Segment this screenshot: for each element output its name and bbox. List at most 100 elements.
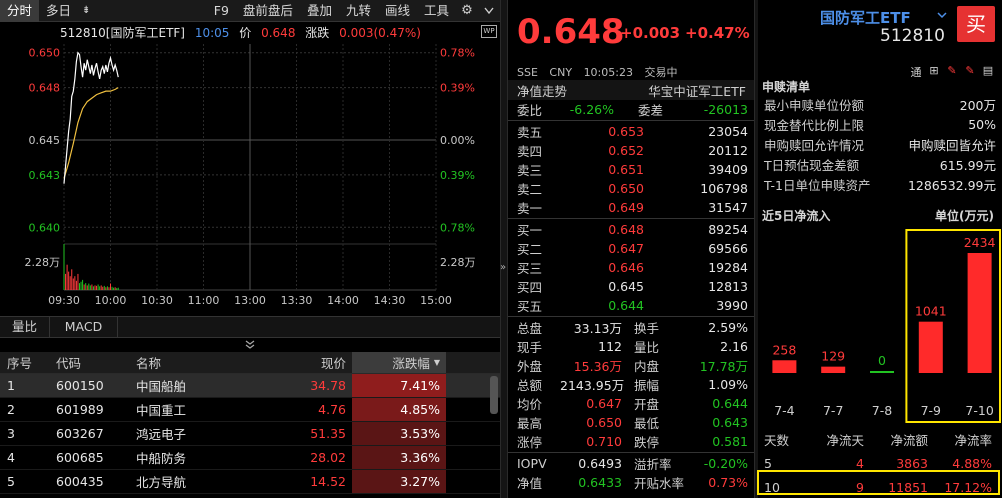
bid-level[interactable]: 买一 0.648 89254	[508, 220, 754, 239]
nav-trend-label[interactable]: 净值走势	[517, 81, 567, 100]
chevron-down-icon[interactable]	[478, 0, 500, 22]
net-inflow-chart: 258 7-4 129 7-7 0 7-8 1041 7-9 2434 7-10	[772, 229, 1001, 423]
stat-row: 现手 112 量比 2.16	[508, 337, 754, 356]
tab-nine-turn[interactable]: 九转	[339, 0, 378, 22]
ask-level[interactable]: 卖四 0.652 20112	[508, 141, 754, 160]
sort-desc-icon[interactable]: ▼	[434, 358, 440, 367]
ask-level[interactable]: 卖二 0.650 106798	[508, 179, 754, 198]
stat-value: 17.78万	[699, 359, 748, 374]
level-volume: 69566	[708, 241, 748, 256]
col-header-name[interactable]: 名称	[132, 353, 262, 372]
sub-list-title: 申赎清单	[762, 80, 811, 94]
multiday-dropdown-icon[interactable]: ⇟	[78, 0, 94, 22]
col-header-price[interactable]: 现价	[262, 353, 352, 372]
tab-pre-post-market[interactable]: 盘前盘后	[236, 0, 300, 22]
row-pct-change: 3.36%	[352, 446, 446, 469]
tab-f9[interactable]: F9	[207, 0, 236, 22]
sub-list-key: 最小申赎单位份额	[764, 97, 865, 113]
ask-levels: 卖五 0.653 23054 卖四 0.652 20112 卖三 0.651 39409 卖二 0.…	[508, 122, 754, 217]
iopv-stats: IOPV 0.6493 溢折率 -0.20% 净值 0.6433 开贴水率 0.73%	[508, 454, 754, 492]
row-pct-change: 7.41%	[352, 374, 446, 397]
creation-redemption-list: 申赎清单 最小申赎单位份额 200万 现金替代比例上限 50% 申购赎回允许情况 申购赎回…	[758, 78, 1002, 194]
etf-name: 国防军工ETF	[820, 9, 911, 27]
table-row[interactable]: 1 600150 中国船舶 34.78 7.41%	[0, 374, 500, 398]
stat-label: 总额	[517, 378, 543, 393]
level-volume: 12813	[708, 279, 748, 294]
flow-days: 5	[764, 455, 772, 471]
inflow-value-label: 258	[772, 342, 796, 357]
tab-draw-line[interactable]: 画线	[378, 0, 417, 22]
bid-level[interactable]: 买五 0.644 3990	[508, 296, 754, 315]
inflow-value-label: 2434	[964, 235, 996, 250]
table-row[interactable]: 3 603267 鸿远电子 51.35 3.53%	[0, 422, 500, 446]
weicha-value: -26013	[703, 102, 748, 117]
divider	[508, 316, 754, 317]
weibi-value: -6.26%	[569, 102, 614, 117]
bid-level[interactable]: 买三 0.646 19284	[508, 258, 754, 277]
col-days: 天数	[764, 432, 790, 448]
table-row[interactable]: 4 600685 中船防务 28.02 3.36%	[0, 446, 500, 470]
tab-intraday[interactable]: 分时	[0, 0, 40, 22]
table-row[interactable]: 5 600435 北方导航 14.52 3.27%	[0, 470, 500, 494]
panel-splitter[interactable]	[500, 0, 508, 498]
bid-level[interactable]: 买二 0.647 69566	[508, 239, 754, 258]
stat-label: 振幅	[634, 378, 660, 393]
col-inflow-rate: 净流率	[954, 432, 992, 448]
flow-count: 4	[856, 455, 864, 471]
stat-value: 0.581	[712, 434, 748, 449]
row-index: 5	[7, 474, 15, 489]
col-header-index[interactable]: 序号	[0, 353, 52, 372]
pct-tick-label: 0.39%	[440, 169, 475, 182]
y-tick-label: 0.650	[29, 47, 61, 60]
tab-overlay[interactable]: 叠加	[300, 0, 339, 22]
window-mode-icon[interactable]: WP	[481, 25, 497, 38]
chart-toolbar: 分时 多日 ⇟ F9 盘前盘后 叠加 九转 画线 工具 ⚙	[0, 0, 500, 22]
intraday-price-chart[interactable]: 0.650 0.78% 0.648 0.39% 0.645 0.00% 0.643 0.39%…	[0, 22, 500, 312]
flow-amount: 3863	[896, 455, 928, 471]
level-label: 卖一	[517, 201, 543, 216]
tab-macd[interactable]: MACD	[50, 317, 118, 337]
chevron-down-icon[interactable]	[937, 9, 947, 19]
col-header-pct-change[interactable]: 涨跌幅 ▼	[352, 352, 446, 373]
currency-code: CNY	[549, 66, 573, 79]
expand-chevron-icon[interactable]	[0, 340, 500, 352]
indicator-tabs: 量比 MACD	[0, 316, 500, 338]
ask-level[interactable]: 卖一 0.649 31547	[508, 198, 754, 217]
level-volume: 39409	[708, 162, 748, 177]
bid-level[interactable]: 买四 0.645 12813	[508, 277, 754, 296]
row-index: 2	[7, 402, 15, 417]
col-header-code[interactable]: 代码	[52, 353, 132, 372]
weicha-label: 委差	[638, 103, 664, 118]
sub-list-key: T日预估现金差额	[764, 157, 860, 173]
row-name: 中国船舶	[136, 379, 187, 394]
volume-bars	[63, 244, 119, 290]
table-row[interactable]: 2 601989 中国重工 4.76 4.85%	[0, 398, 500, 422]
stat-label: 最低	[634, 416, 660, 431]
tab-tools[interactable]: 工具	[417, 0, 456, 22]
x-tick-label: 10:00	[95, 294, 127, 307]
stat-row: 最高 0.650 最低 0.643	[508, 413, 754, 432]
stat-value: 2143.95万	[560, 378, 625, 393]
tab-volume-ratio[interactable]: 量比	[0, 317, 50, 337]
x-tick-label: 13:30	[281, 294, 313, 307]
nav-trend-header[interactable]: 净值走势 华宝中证军工ETF	[508, 80, 754, 100]
ask-level[interactable]: 卖三 0.651 39409	[508, 160, 754, 179]
tab-multiday[interactable]: 多日	[39, 0, 78, 22]
row-name: 鸿远电子	[136, 427, 187, 442]
table-scrollbar[interactable]	[490, 376, 498, 414]
row-code: 601989	[56, 402, 104, 417]
level-label: 买二	[517, 242, 543, 257]
etf-code: 512810	[880, 26, 945, 46]
ask-level[interactable]: 卖五 0.653 23054	[508, 122, 754, 141]
stat-label: 内盘	[634, 359, 660, 374]
trade-stats: 总盘 33.13万 换手 2.59% 现手 112 量比 2.16 外盘 15.36万 内盘 17.7…	[508, 318, 754, 451]
weibi-row: 委比 -6.26% 委差 -26013	[508, 100, 754, 119]
net-inflow-header: 近5日净流入 单位(万元)	[758, 205, 1002, 225]
pct-tick-label: 0.00%	[440, 134, 475, 147]
stat-label: 总盘	[517, 321, 543, 336]
level-volume: 106798	[700, 181, 748, 196]
x-tick-label: 14:00	[327, 294, 359, 307]
gear-icon[interactable]: ⚙	[456, 0, 478, 22]
buy-button[interactable]: 买	[957, 6, 995, 42]
x-tick-label: 09:30	[48, 294, 80, 307]
